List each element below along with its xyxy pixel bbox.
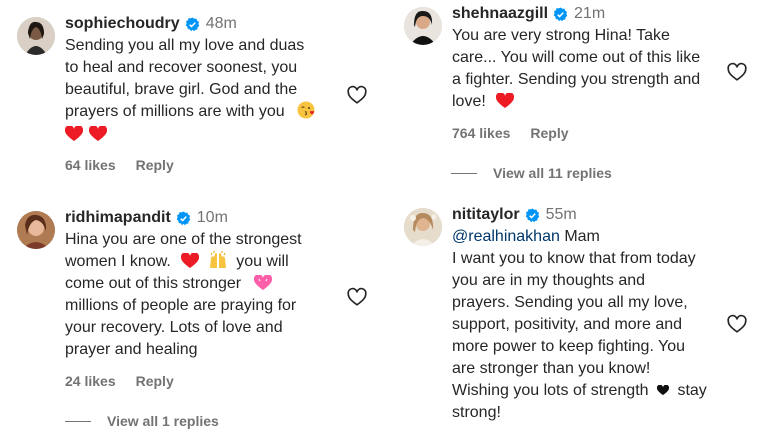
likes-count[interactable]: 24 likes [65, 373, 116, 389]
timestamp: 21m [574, 5, 606, 22]
avatar[interactable] [17, 17, 55, 55]
sparkling-heart-emoji [253, 275, 272, 290]
red-heart-emoji [496, 93, 515, 108]
timestamp: 48m [205, 15, 237, 32]
view-replies-button[interactable]: View all 1 replies [65, 413, 219, 429]
username[interactable]: shehnaazgill [452, 5, 548, 23]
comment-text: You are very strong Hina! Take care... Y… [452, 27, 701, 110]
avatar[interactable] [404, 208, 442, 246]
like-heart-icon[interactable] [726, 313, 748, 335]
timestamp: 10m [196, 209, 228, 226]
red-heart-emoji [181, 253, 200, 268]
like-heart-icon[interactable] [726, 61, 748, 83]
red-heart-emoji [65, 126, 83, 141]
verified-badge-icon [525, 207, 539, 222]
verified-badge-icon [553, 6, 568, 21]
comment-text: @realhinakhan Mam I want you to know tha… [452, 228, 707, 421]
comment-text: Sending you all my love and duas to heal… [65, 35, 315, 145]
raising-hands-emoji [209, 251, 226, 268]
avatar[interactable] [404, 7, 442, 45]
kissing-face-emoji [297, 101, 315, 119]
divider [451, 172, 477, 174]
username[interactable]: sophiechoudry [65, 15, 180, 33]
red-heart-emoji [89, 126, 107, 141]
verified-badge-icon [176, 210, 191, 225]
avatar[interactable] [17, 211, 55, 249]
username[interactable]: nititaylor [452, 206, 520, 224]
reply-button[interactable]: Reply [136, 157, 174, 173]
likes-count[interactable]: 64 likes [65, 157, 116, 173]
likes-count[interactable]: 764 likes [452, 125, 510, 141]
view-replies-button[interactable]: View all 11 replies [451, 165, 612, 181]
reply-button[interactable]: Reply [530, 125, 568, 141]
comment-text: Hina you are one of the strongest women … [65, 231, 302, 358]
username[interactable]: ridhimapandit [65, 209, 171, 227]
like-heart-icon[interactable] [346, 84, 368, 106]
divider [65, 420, 91, 422]
mention-link[interactable]: @realhinakhan [452, 228, 560, 245]
verified-badge-icon [185, 16, 199, 31]
like-heart-icon[interactable] [346, 286, 368, 308]
black-heart-emoji [657, 385, 669, 396]
timestamp: 55m [545, 206, 577, 223]
reply-button[interactable]: Reply [136, 373, 174, 389]
